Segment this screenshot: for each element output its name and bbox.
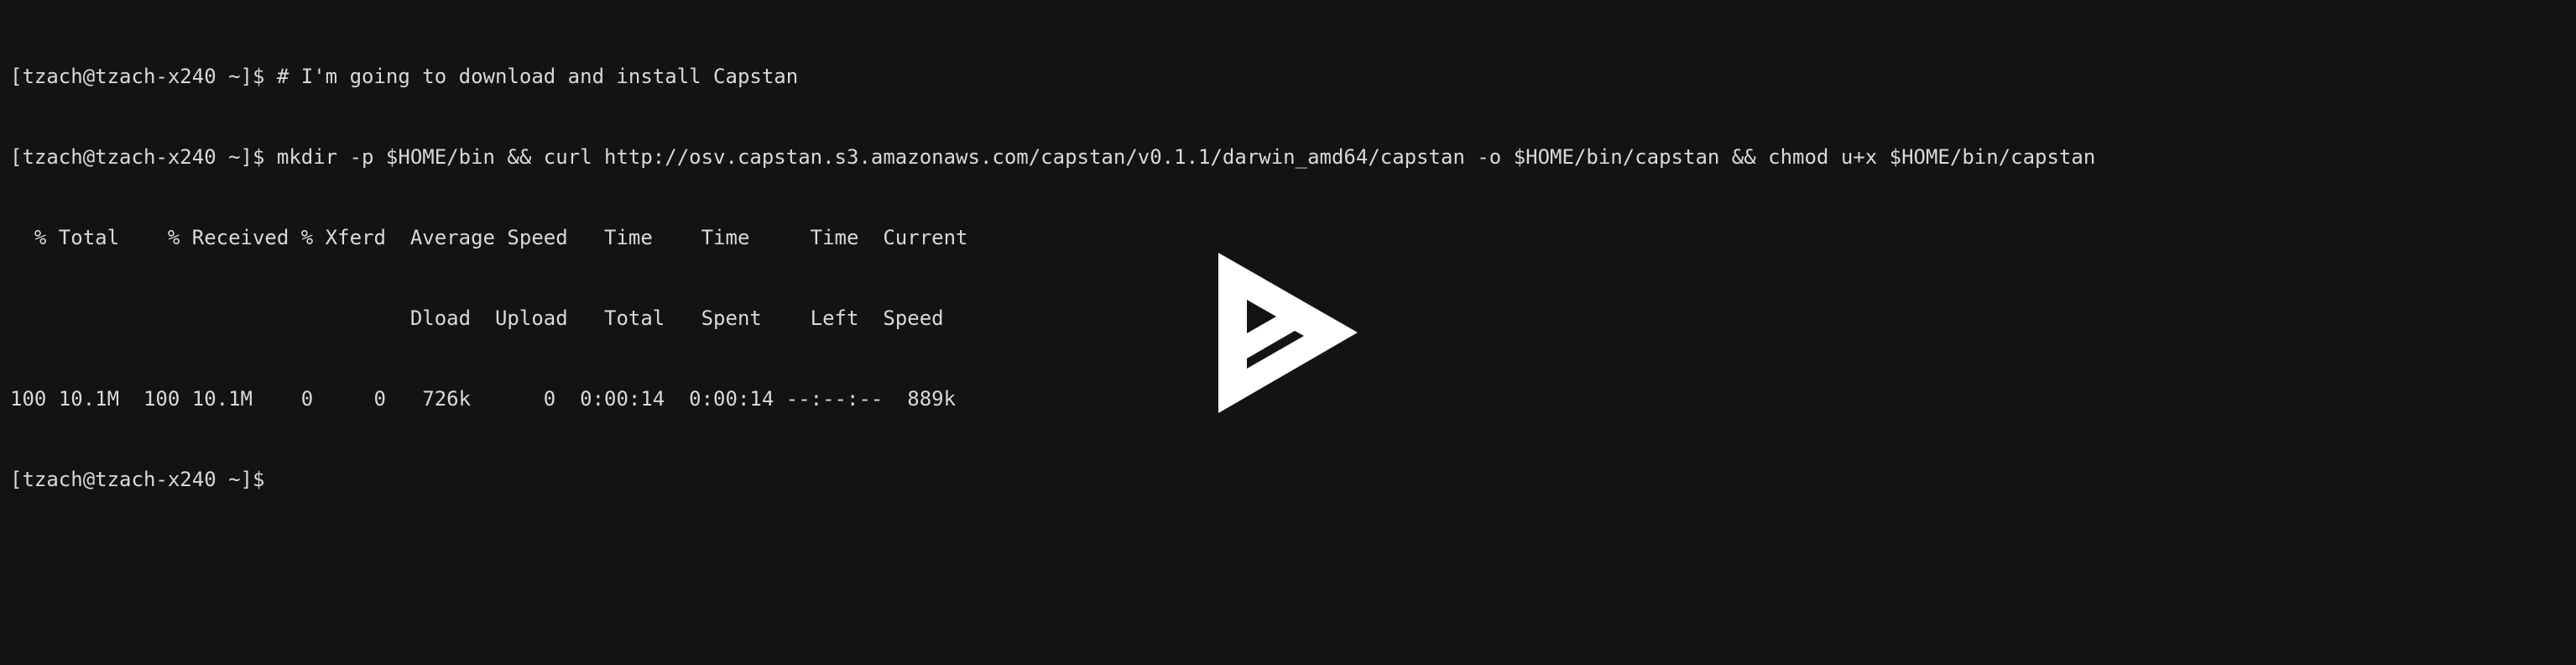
play-icon [1218,253,1358,413]
terminal-line: % Total % Received % Xferd Average Speed… [10,226,968,249]
terminal-line: [tzach@tzach-x240 ~]$ [10,468,265,491]
terminal-player: [tzach@tzach-x240 ~]$ # I'm going to dow… [0,0,2576,665]
terminal-line: [tzach@tzach-x240 ~]$ mkdir -p $HOME/bin… [10,145,2096,169]
terminal-line: [tzach@tzach-x240 ~]$ # I'm going to dow… [10,65,799,88]
play-button[interactable] [1217,251,1359,415]
